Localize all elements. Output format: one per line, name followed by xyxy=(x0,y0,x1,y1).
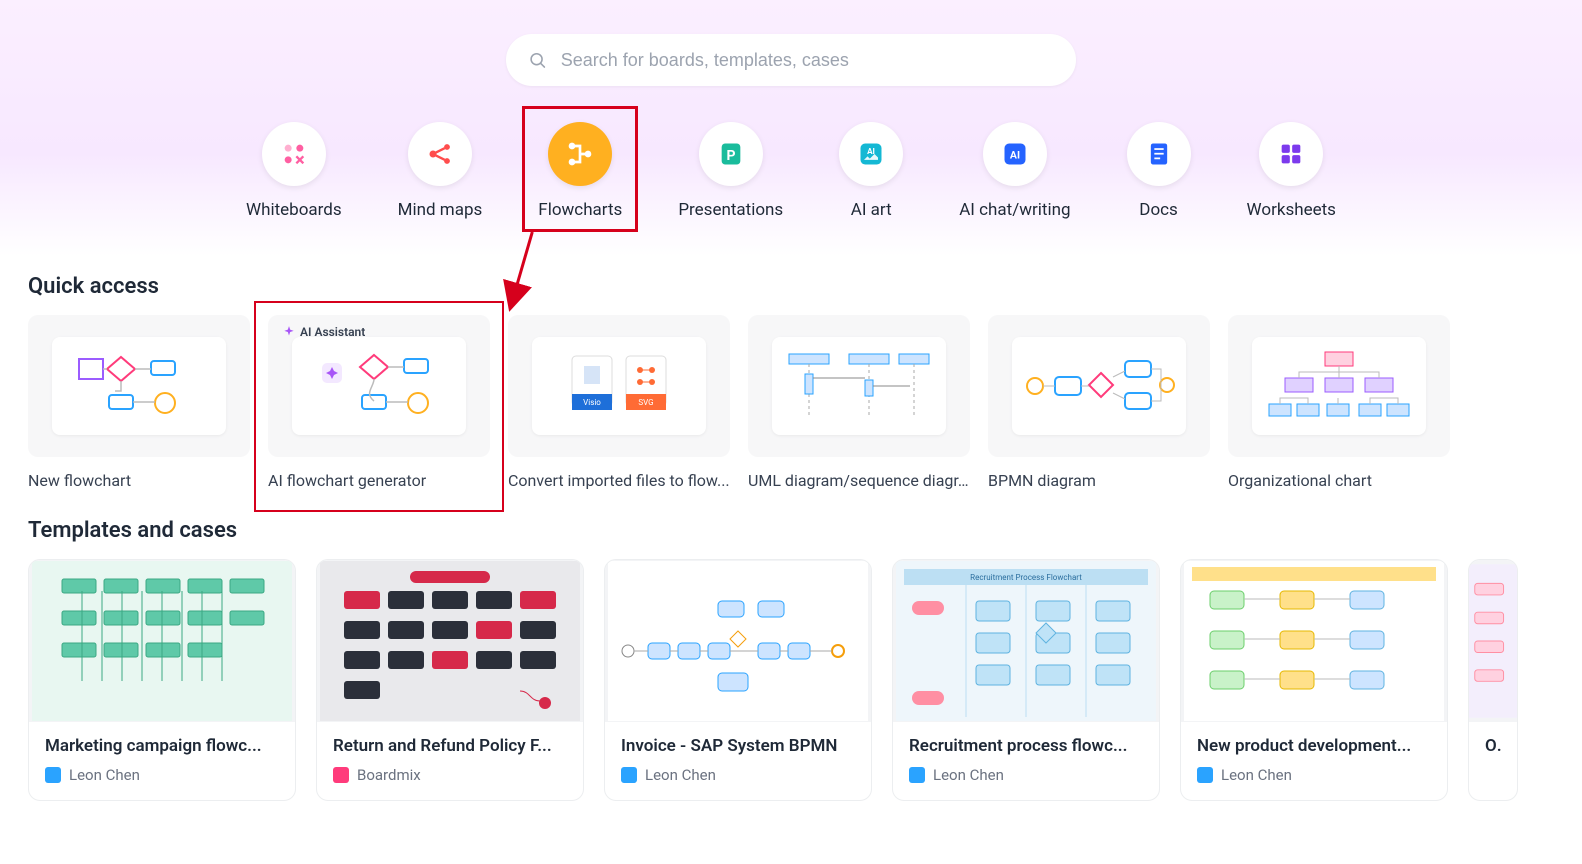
template-author: Leon Chen xyxy=(1197,766,1431,784)
template-title: Or... xyxy=(1485,736,1501,756)
new-flowchart-label: New flowchart xyxy=(28,471,250,490)
worksheets-icon-circle xyxy=(1259,122,1323,186)
presentations-icon-circle: P xyxy=(699,122,763,186)
search-icon xyxy=(528,50,547,70)
category-flowcharts[interactable]: Flowcharts xyxy=(538,122,622,220)
ai-chat-label: AI chat/writing xyxy=(959,200,1070,220)
presentations-label: Presentations xyxy=(678,200,783,220)
template-card[interactable]: Or... xyxy=(1468,559,1518,801)
uml-label: UML diagram/sequence diagr... xyxy=(748,471,970,490)
svg-text:Visio: Visio xyxy=(583,398,601,407)
svg-text:AI: AI xyxy=(867,146,875,156)
uml-thumb xyxy=(748,315,970,457)
template-thumb xyxy=(1181,560,1447,722)
category-docs[interactable]: Docs xyxy=(1127,122,1191,220)
template-card[interactable]: Marketing campaign flowc... Leon Chen xyxy=(28,559,296,801)
quick-access-section: Quick access New flowchartAI AssistantAI… xyxy=(0,256,1582,490)
template-thumb xyxy=(1469,560,1517,722)
quickaccess-org-chart[interactable]: Organizational chart xyxy=(1228,315,1450,490)
template-author: Boardmix xyxy=(333,766,567,784)
new-flowchart-thumb xyxy=(28,315,250,457)
category-whiteboards[interactable]: Whiteboards xyxy=(246,122,342,220)
svg-text:AI: AI xyxy=(1010,149,1020,162)
docs-icon-circle xyxy=(1127,122,1191,186)
convert-import-thumb: Visio SVG xyxy=(508,315,730,457)
quickaccess-convert-import[interactable]: Visio SVG Convert imported files to flow..… xyxy=(508,315,730,490)
flowcharts-label: Flowcharts xyxy=(538,200,622,220)
hero-section: Whiteboards Mind maps Flowcharts P Presentat… xyxy=(0,0,1582,256)
category-row: Whiteboards Mind maps Flowcharts P Presentat… xyxy=(28,122,1554,220)
whiteboards-icon-circle xyxy=(262,122,326,186)
worksheets-label: Worksheets xyxy=(1247,200,1336,220)
category-worksheets[interactable]: Worksheets xyxy=(1247,122,1336,220)
bpmn-label: BPMN diagram xyxy=(988,471,1210,490)
author-logo-icon xyxy=(45,767,61,783)
docs-label: Docs xyxy=(1139,200,1178,220)
quickaccess-uml[interactable]: UML diagram/sequence diagr... xyxy=(748,315,970,490)
template-thumb xyxy=(605,560,871,722)
ai-flowchart-generator-label: AI flowchart generator xyxy=(268,471,490,490)
template-author: Leon Chen xyxy=(909,766,1143,784)
svg-text:P: P xyxy=(726,148,735,164)
mindmaps-icon-circle xyxy=(408,122,472,186)
template-title: Recruitment process flowc... xyxy=(909,736,1143,756)
quick-access-row: New flowchart AI Assistant AI flowchart ge… xyxy=(28,315,1554,490)
search-input[interactable] xyxy=(561,50,1054,71)
mindmaps-label: Mind maps xyxy=(398,200,483,220)
template-author: Leon Chen xyxy=(45,766,279,784)
template-title: Invoice - SAP System BPMN xyxy=(621,736,855,756)
category-ai-art[interactable]: AI AI art xyxy=(839,122,903,220)
ai-chat-icon-circle: AI xyxy=(983,122,1047,186)
author-logo-icon xyxy=(621,767,637,783)
template-card[interactable]: New product development... Leon Chen xyxy=(1180,559,1448,801)
quick-access-title: Quick access xyxy=(28,274,1554,299)
quickaccess-ai-flowchart-generator[interactable]: AI Assistant AI flowchart generator xyxy=(268,315,490,490)
org-chart-label: Organizational chart xyxy=(1228,471,1450,490)
template-thumb: Recruitment Process Flowchart xyxy=(893,560,1159,722)
search-bar[interactable] xyxy=(506,34,1076,86)
template-thumb xyxy=(29,560,295,722)
template-author: Leon Chen xyxy=(621,766,855,784)
template-title: Marketing campaign flowc... xyxy=(45,736,279,756)
ai-flowchart-generator-thumb: AI Assistant xyxy=(268,315,490,457)
templates-section: Templates and cases Marketing campaign f… xyxy=(0,490,1582,801)
convert-import-label: Convert imported files to flow... xyxy=(508,471,730,490)
quickaccess-bpmn[interactable]: BPMN diagram xyxy=(988,315,1210,490)
templates-row: Marketing campaign flowc... Leon Chen Retu… xyxy=(28,559,1554,801)
search-container xyxy=(28,34,1554,86)
template-card[interactable]: Invoice - SAP System BPMN Leon Chen xyxy=(604,559,872,801)
quickaccess-new-flowchart[interactable]: New flowchart xyxy=(28,315,250,490)
bpmn-thumb xyxy=(988,315,1210,457)
svg-text:Recruitment Process Flowchart: Recruitment Process Flowchart xyxy=(970,573,1082,582)
author-logo-icon xyxy=(333,767,349,783)
template-thumb xyxy=(317,560,583,722)
whiteboards-label: Whiteboards xyxy=(246,200,342,220)
category-mindmaps[interactable]: Mind maps xyxy=(398,122,483,220)
category-presentations[interactable]: P Presentations xyxy=(678,122,783,220)
templates-title: Templates and cases xyxy=(28,518,1554,543)
flowcharts-icon-circle xyxy=(548,122,612,186)
svg-text:SVG: SVG xyxy=(638,398,653,407)
org-chart-thumb xyxy=(1228,315,1450,457)
author-logo-icon xyxy=(1197,767,1213,783)
ai-art-label: AI art xyxy=(851,200,892,220)
template-title: Return and Refund Policy F... xyxy=(333,736,567,756)
template-card[interactable]: Recruitment Process Flowchart Recruitment… xyxy=(892,559,1160,801)
category-ai-chat[interactable]: AI AI chat/writing xyxy=(959,122,1070,220)
template-title: New product development... xyxy=(1197,736,1431,756)
template-card[interactable]: Return and Refund Policy F... Boardmix xyxy=(316,559,584,801)
ai-art-icon-circle: AI xyxy=(839,122,903,186)
author-logo-icon xyxy=(909,767,925,783)
